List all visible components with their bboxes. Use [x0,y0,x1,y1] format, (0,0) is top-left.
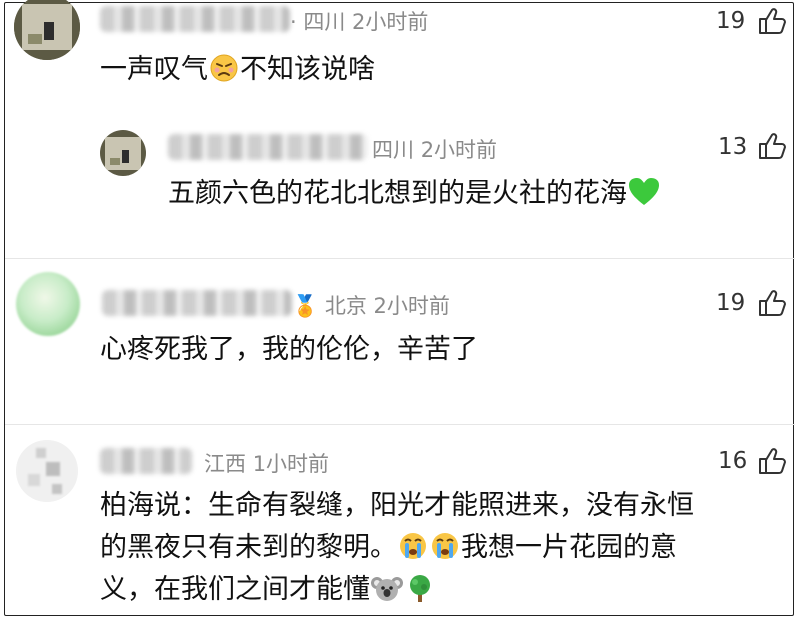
koala-icon [371,573,403,615]
thumbs-up-icon[interactable] [757,131,787,161]
timestamp: 2小时前 [420,138,498,162]
timestamp: 1小时前 [252,452,330,476]
like-count: 19 [716,8,746,34]
timestamp: 2小时前 [373,294,450,318]
comment-text: 心疼死我了，我的伦伦，辛苦了 [100,334,478,365]
tree-icon [405,573,435,615]
comment-text-line: 的黑夜只有未到的黎明。 我想一片花园的意 [100,528,677,573]
timestamp: 2小时前 [352,10,429,34]
location: 北京 [324,294,367,318]
weary-face-icon [209,53,239,95]
location: 四川 [303,10,346,34]
comment-meta: 江西 1小时前 [204,448,329,478]
comment-text-line: 柏海说：生命有裂缝，阳光才能照进来，没有永恒 [100,490,694,521]
location: 四川 [372,138,414,162]
thumbs-up-icon[interactable] [757,6,787,36]
comment-text: 一声叹气 不知该说啥 [100,50,375,95]
comment-meta: 🏅 北京 2小时前 [292,294,450,318]
thumbs-up-icon[interactable] [757,288,787,318]
avatar[interactable] [100,130,146,176]
crying-face-icon [430,531,460,573]
like-count: 16 [718,448,748,474]
green-heart-icon [628,177,660,219]
reply-text: 五颜六色的花北北想到的是火社的花海 [168,174,661,219]
thumbs-up-icon[interactable] [757,446,787,476]
location: 江西 [204,452,246,476]
like-count: 19 [716,290,746,316]
avatar[interactable] [16,440,78,502]
comment-text-line: 义，在我们之间才能懂 [100,570,436,615]
crying-face-icon [398,531,428,573]
divider [5,424,795,425]
avatar[interactable] [16,272,80,336]
username-blurred[interactable] [100,6,290,32]
like-count: 13 [718,134,748,160]
comment-meta: · 四川 2小时前 [290,10,429,34]
username-blurred[interactable] [100,448,192,474]
divider [5,258,795,259]
comment-meta: 四川 2小时前 [372,134,497,164]
username-blurred[interactable] [168,134,368,160]
username-blurred[interactable] [102,290,292,316]
